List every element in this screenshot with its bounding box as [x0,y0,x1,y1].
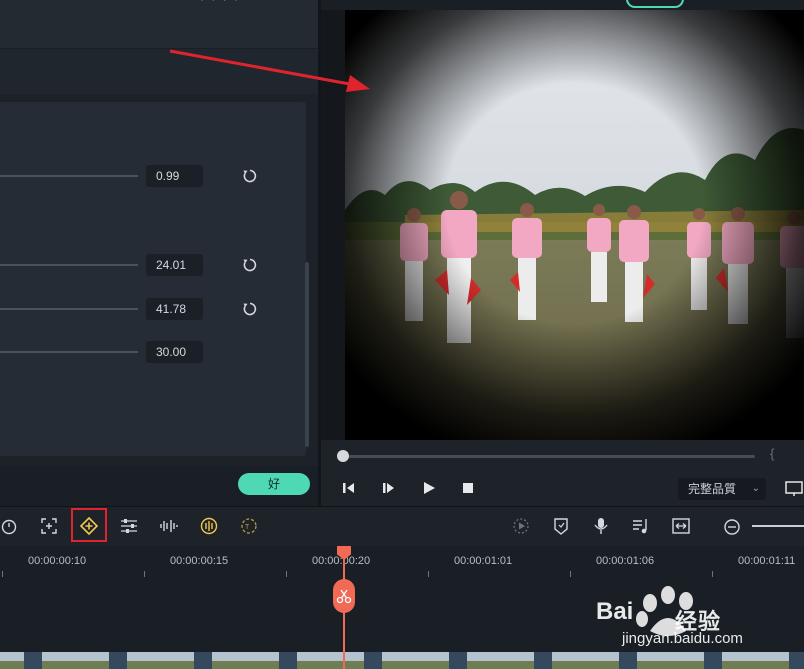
ok-button[interactable]: 好 [238,473,310,495]
svg-text:Bai: Bai [596,598,633,625]
audio-split-icon[interactable] [159,516,179,536]
crop-icon[interactable] [39,516,59,536]
feather-value[interactable]: 30.00 [146,341,203,363]
color-match-icon[interactable] [199,516,219,536]
play-icon[interactable] [420,479,438,497]
time-label: 00:00:00:15 [170,555,229,567]
step-forward-icon[interactable] [380,479,398,497]
seek-bar[interactable] [341,455,755,458]
step-back-icon[interactable] [340,479,358,497]
panel-scrollbar[interactable] [305,262,309,447]
time-label: 00:00:01:11 [738,555,796,567]
size-slider[interactable] [0,264,138,266]
ruler-tick [144,571,145,577]
amount-slider[interactable] [0,175,138,177]
roundness-value[interactable]: 41.78 [146,298,203,320]
reset-icon[interactable] [242,257,258,273]
quality-dropdown[interactable]: 完整品質 ⌄ [678,478,766,500]
watermark-url: jingyan.baidu.com [622,630,743,647]
split-button[interactable] [333,579,355,613]
reset-icon[interactable] [242,168,258,184]
export-button[interactable] [626,0,684,8]
annotation-arrow [169,49,370,92]
monitor-icon[interactable] [784,479,804,499]
svg-text:T: T [245,524,250,531]
amount-value[interactable]: 0.99 [146,165,203,187]
time-label: 00:00:01:01 [454,555,513,567]
keyframe-icon[interactable] [79,516,99,536]
fit-icon[interactable] [671,516,691,536]
timer-icon[interactable] [0,516,20,536]
scissors-icon [336,589,352,604]
ruler-tick [428,571,429,577]
zoom-slider[interactable] [752,525,804,527]
feather-slider[interactable] [0,351,138,353]
time-label: 00:00:01:06 [596,555,655,567]
ruler-tick [570,571,571,577]
video-preview [345,10,804,440]
marker-icon[interactable] [551,516,571,536]
speed-icon[interactable]: T [239,516,259,536]
seek-handle[interactable] [337,450,349,462]
panel-header [0,0,318,49]
render-icon[interactable] [511,516,531,536]
zoom-out-icon[interactable] [722,517,742,537]
music-icon[interactable] [631,516,651,536]
window-title: · · · · [200,0,240,6]
preview-frame [345,10,804,440]
mark-in-icon[interactable]: { [770,446,774,461]
time-label: 00:00:00:10 [28,555,87,567]
ruler-tick [2,571,3,577]
reset-icon[interactable] [242,301,258,317]
chevron-down-icon: ⌄ [751,483,760,494]
roundness-slider[interactable] [0,308,138,310]
quality-label: 完整品質 [688,482,737,496]
adjust-icon[interactable] [119,516,139,536]
effect-settings-card: 0.99 24.01 41.78 30.00 [0,102,306,456]
ruler-tick [286,571,287,577]
size-value[interactable]: 24.01 [146,254,203,276]
mic-icon[interactable] [591,516,611,536]
stop-icon[interactable] [459,479,477,497]
